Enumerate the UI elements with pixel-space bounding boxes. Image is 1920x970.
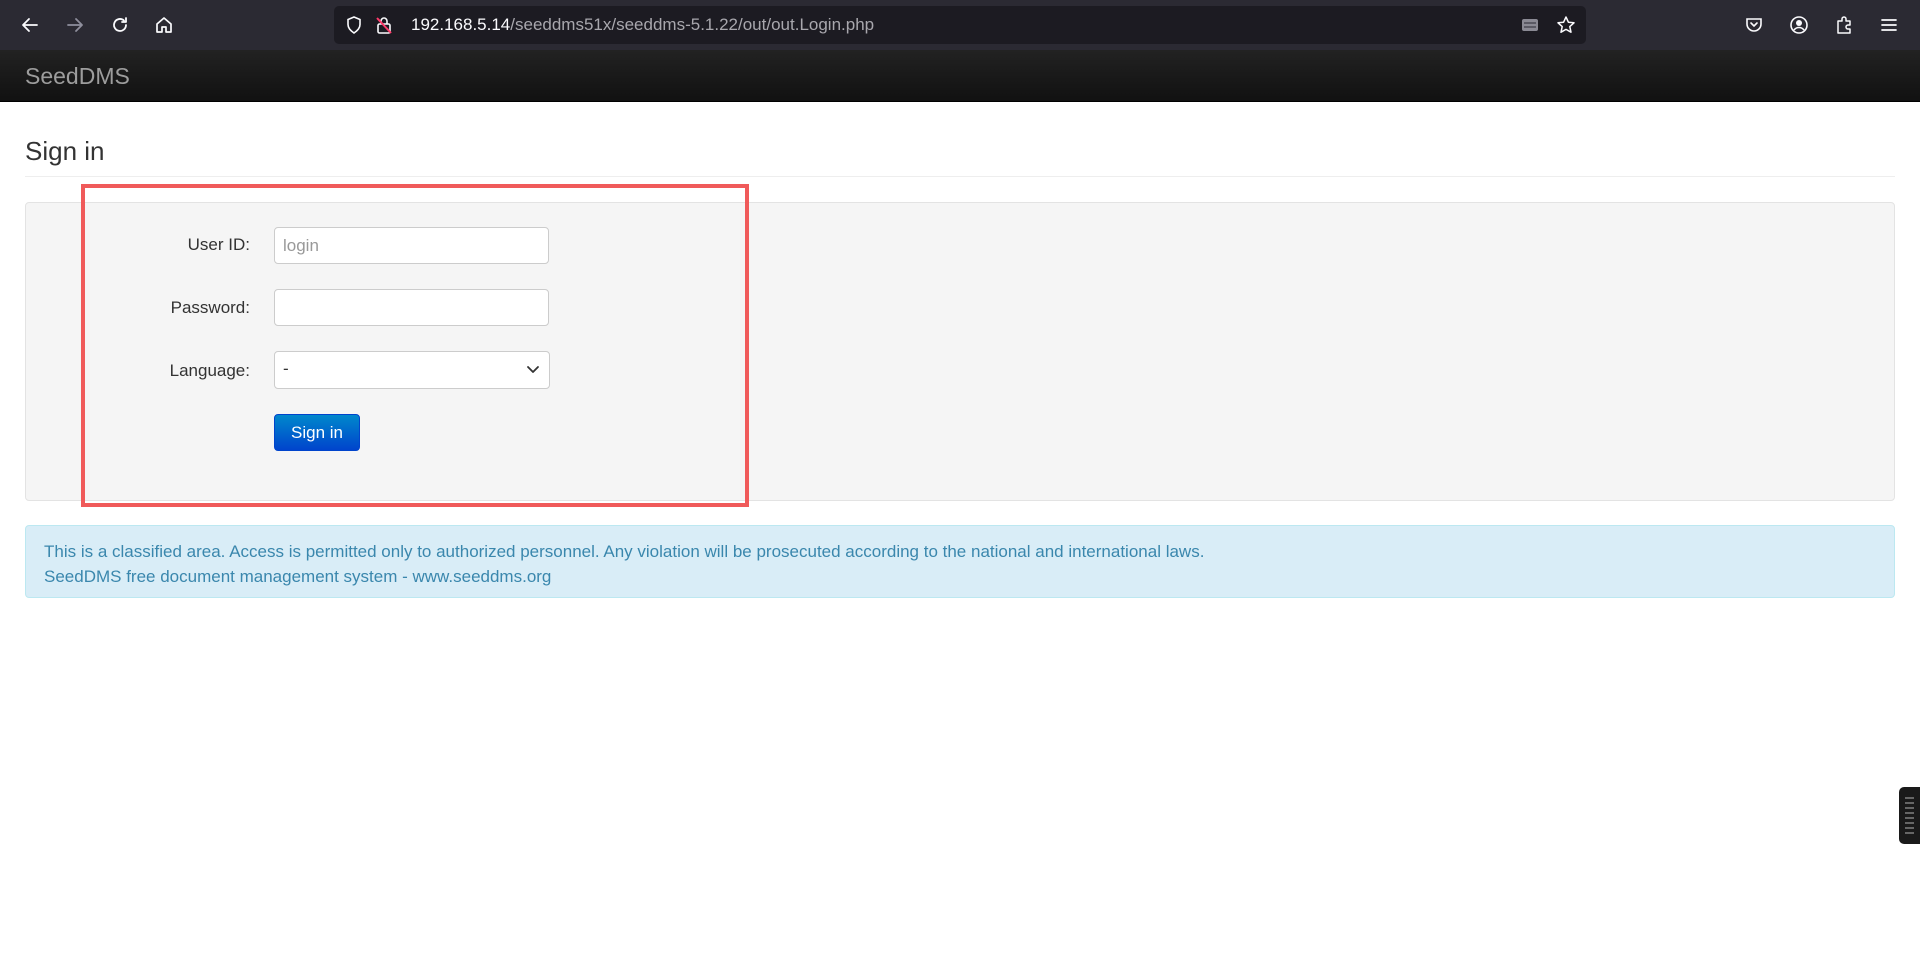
- reader-view-icon[interactable]: [1520, 15, 1540, 35]
- language-label: Language:: [169, 361, 250, 380]
- home-button[interactable]: [148, 9, 180, 41]
- extensions-icon[interactable]: [1832, 13, 1856, 37]
- back-button[interactable]: [14, 9, 46, 41]
- pocket-icon[interactable]: [1742, 13, 1766, 37]
- brand-link[interactable]: SeedDMS: [25, 63, 130, 90]
- user-id-label: User ID:: [187, 235, 250, 254]
- forward-button[interactable]: [59, 9, 91, 41]
- browser-toolbar: 192.168.5.14/seeddms51x/seeddms-5.1.22/o…: [0, 0, 1920, 50]
- user-id-input[interactable]: [274, 227, 549, 264]
- home-icon: [156, 17, 172, 33]
- language-select[interactable]: -: [274, 351, 550, 389]
- password-label: Password:: [170, 298, 250, 317]
- side-panel-handle[interactable]: [1899, 787, 1920, 844]
- arrow-left-icon: [22, 18, 38, 32]
- shield-icon[interactable]: [344, 15, 364, 35]
- grip-icon: [1905, 797, 1914, 834]
- arrow-right-icon: [67, 18, 83, 32]
- sign-in-button[interactable]: Sign in: [274, 414, 360, 451]
- insecure-lock-icon[interactable]: [374, 15, 394, 35]
- bookmark-star-icon[interactable]: [1556, 15, 1576, 35]
- app-navbar: SeedDMS: [0, 50, 1920, 102]
- password-input[interactable]: [274, 289, 549, 326]
- url-text: 192.168.5.14/seeddms51x/seeddms-5.1.22/o…: [411, 15, 874, 35]
- title-divider: [25, 176, 1895, 177]
- notice-line-1: This is a classified area. Access is per…: [44, 542, 1205, 561]
- reload-icon: [113, 17, 127, 32]
- notice-alert: This is a classified area. Access is per…: [25, 525, 1895, 598]
- account-icon[interactable]: [1787, 13, 1811, 37]
- chevron-down-icon: [527, 366, 539, 373]
- url-bar[interactable]: 192.168.5.14/seeddms51x/seeddms-5.1.22/o…: [334, 6, 1586, 44]
- notice-line-2: SeedDMS free document management system …: [44, 567, 552, 586]
- reload-button[interactable]: [104, 9, 136, 41]
- url-host: 192.168.5.14: [411, 15, 511, 34]
- menu-icon[interactable]: [1877, 13, 1901, 37]
- page-title: Sign in: [25, 136, 105, 166]
- language-selected-value: -: [283, 359, 289, 378]
- url-path: /seeddms51x/seeddms-5.1.22/out/out.Login…: [510, 15, 875, 34]
